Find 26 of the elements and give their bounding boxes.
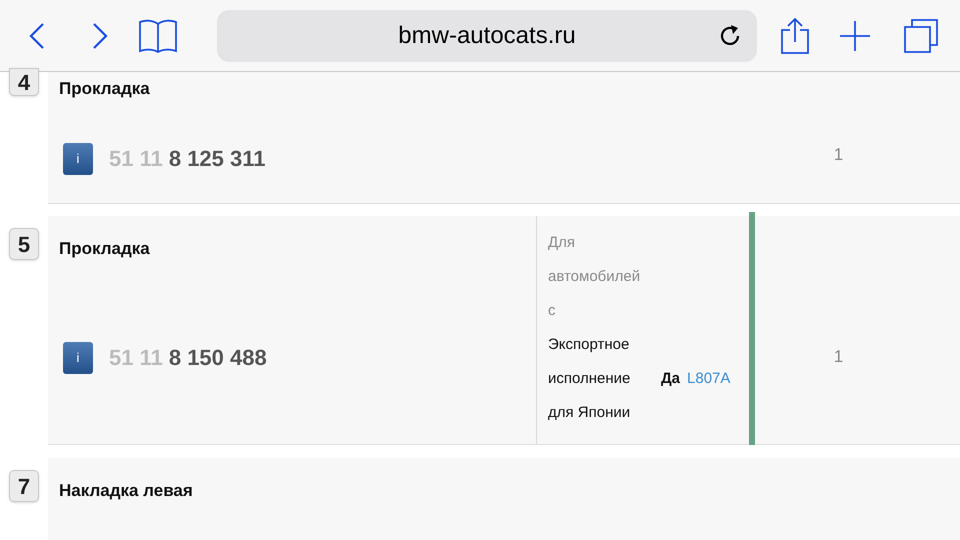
part-number-prefix: 51 11 [109,344,163,372]
share-icon[interactable] [780,18,810,54]
part-number-prefix: 51 11 [109,145,163,173]
part-name: Прокладка [59,238,151,260]
position-number: 4 [9,68,39,96]
position-number: 7 [9,470,39,502]
part-number: 8 150 488 [168,344,267,372]
address-text: bmw-autocats.ru [398,20,576,50]
info-button[interactable]: i [63,342,93,374]
position-number: 5 [9,228,39,260]
part-number: 8 125 311 [168,145,266,173]
note-intro: Для автомобилей с [548,233,642,321]
part-name: Прокладка [59,78,151,100]
option-code-link[interactable]: L807A [687,362,730,396]
address-bar[interactable]: bmw-autocats.ru [217,10,757,62]
tabs-icon[interactable] [903,18,939,54]
condition-value: Да [661,369,680,389]
forward-icon[interactable] [91,22,109,50]
quantity: 1 [834,144,844,166]
plus-icon[interactable] [839,20,871,52]
back-icon[interactable] [28,22,46,50]
part-name: Накладка левая [59,480,194,502]
quantity: 1 [834,346,844,368]
book-icon[interactable] [139,18,177,52]
info-button[interactable]: i [63,142,93,174]
condition-text: Экспортное исполнение для Японии [548,335,632,423]
